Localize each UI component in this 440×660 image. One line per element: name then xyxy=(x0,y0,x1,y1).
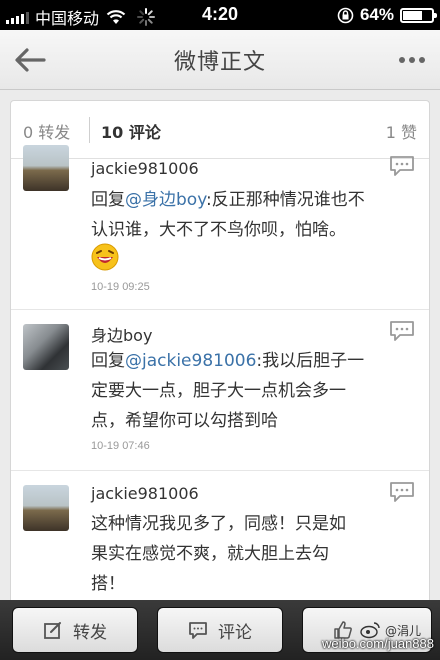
comment-text: 回复@身边boy:反正那种情况谁也不 认识谁，大不了不鸟你呗，怕啥。 xyxy=(91,185,411,245)
tab-likes[interactable]: 1 赞 xyxy=(386,119,417,143)
page-title: 微博正文 xyxy=(173,50,266,75)
repost-edit-icon xyxy=(44,622,61,639)
comment-username[interactable]: jackie981006 xyxy=(91,159,199,178)
likes-count: 1 xyxy=(385,123,396,142)
comment-bubble-icon xyxy=(189,622,207,639)
comment-line: 果实在感觉不爽，就大胆上去勾 xyxy=(91,544,329,564)
reply-comment-icon[interactable] xyxy=(389,481,415,503)
stats-tabs: 0 转发 10 评论 1 赞 xyxy=(11,101,429,159)
comment-username[interactable]: 身边boy xyxy=(91,322,152,346)
stats-divider xyxy=(89,117,90,143)
comment-text: 这种情况我见多了，同感！只是如 果实在感觉不爽，就大胆上去勾 搭！ xyxy=(91,509,411,599)
mention-link[interactable]: @身边boy xyxy=(125,190,206,210)
reply-prefix: 回复 xyxy=(91,190,125,210)
comment-label: 评论 xyxy=(218,622,252,643)
comment-button[interactable]: 评论 xyxy=(157,607,283,653)
bottom-toolbar: 转发 评论 @涓儿 xyxy=(0,600,440,660)
comment-line: :我以后胆子一 xyxy=(256,351,365,371)
reply-prefix: 回复 xyxy=(91,351,125,371)
repost-button[interactable]: 转发 xyxy=(12,607,138,653)
battery-percent: 64% xyxy=(359,5,394,24)
tab-comments[interactable]: 10 评论 xyxy=(101,119,161,143)
avatar[interactable] xyxy=(23,485,69,531)
status-bar: 中国移动 4:20 64% xyxy=(0,0,440,30)
reply-comment-icon[interactable] xyxy=(389,155,415,177)
likes-label: 赞 xyxy=(400,123,417,142)
comments-card: 0 转发 10 评论 1 赞 jackie981006 回复@身边boy:反正那… xyxy=(10,100,430,600)
watermark-url: weibo.com/juan888 xyxy=(321,636,434,651)
comment-item: jackie981006 回复@身边boy:反正那种情况谁也不 认识谁，大不了不… xyxy=(11,145,429,309)
comments-count: 10 xyxy=(101,123,124,142)
comment-line: :反正那种情况谁也不 xyxy=(206,190,365,210)
comment-line: 点，希望你可以勾搭到哈 xyxy=(91,411,278,431)
nav-bar: 微博正文 xyxy=(0,30,440,90)
comment-line: 搭！ xyxy=(91,574,125,594)
reposts-label: 转发 xyxy=(38,123,71,142)
repost-label: 转发 xyxy=(73,622,107,643)
laughing-emoji-icon xyxy=(91,243,119,271)
orientation-lock-icon xyxy=(337,7,354,23)
more-dots-icon[interactable] xyxy=(394,46,430,74)
avatar[interactable] xyxy=(23,145,69,191)
comment-line: 定要大一点，胆子大一点机会多一 xyxy=(91,381,346,401)
comment-line: 认识谁，大不了不鸟你呗，怕啥。 xyxy=(91,220,346,240)
comments-label: 评论 xyxy=(128,123,161,142)
comment-time: 10-19 07:46 xyxy=(91,440,150,452)
battery-icon xyxy=(400,7,437,23)
comment-item: 身边boy 回复@jackie981006:我以后胆子一 定要大一点，胆子大一点… xyxy=(11,310,429,470)
tab-reposts[interactable]: 0 转发 xyxy=(23,119,70,143)
reposts-count: 0 xyxy=(23,123,34,142)
avatar[interactable] xyxy=(23,324,69,370)
comment-text: 回复@jackie981006:我以后胆子一 定要大一点，胆子大一点机会多一 点… xyxy=(91,346,411,436)
reply-comment-icon[interactable] xyxy=(389,320,415,342)
mention-link[interactable]: @jackie981006 xyxy=(125,351,256,371)
comment-username[interactable]: jackie981006 xyxy=(91,484,199,503)
comment-item: jackie981006 这种情况我见多了，同感！只是如 果实在感觉不爽，就大胆… xyxy=(11,471,429,600)
comment-time: 10-19 09:25 xyxy=(91,281,150,293)
comment-line: 这种情况我见多了，同感！只是如 xyxy=(91,514,346,534)
